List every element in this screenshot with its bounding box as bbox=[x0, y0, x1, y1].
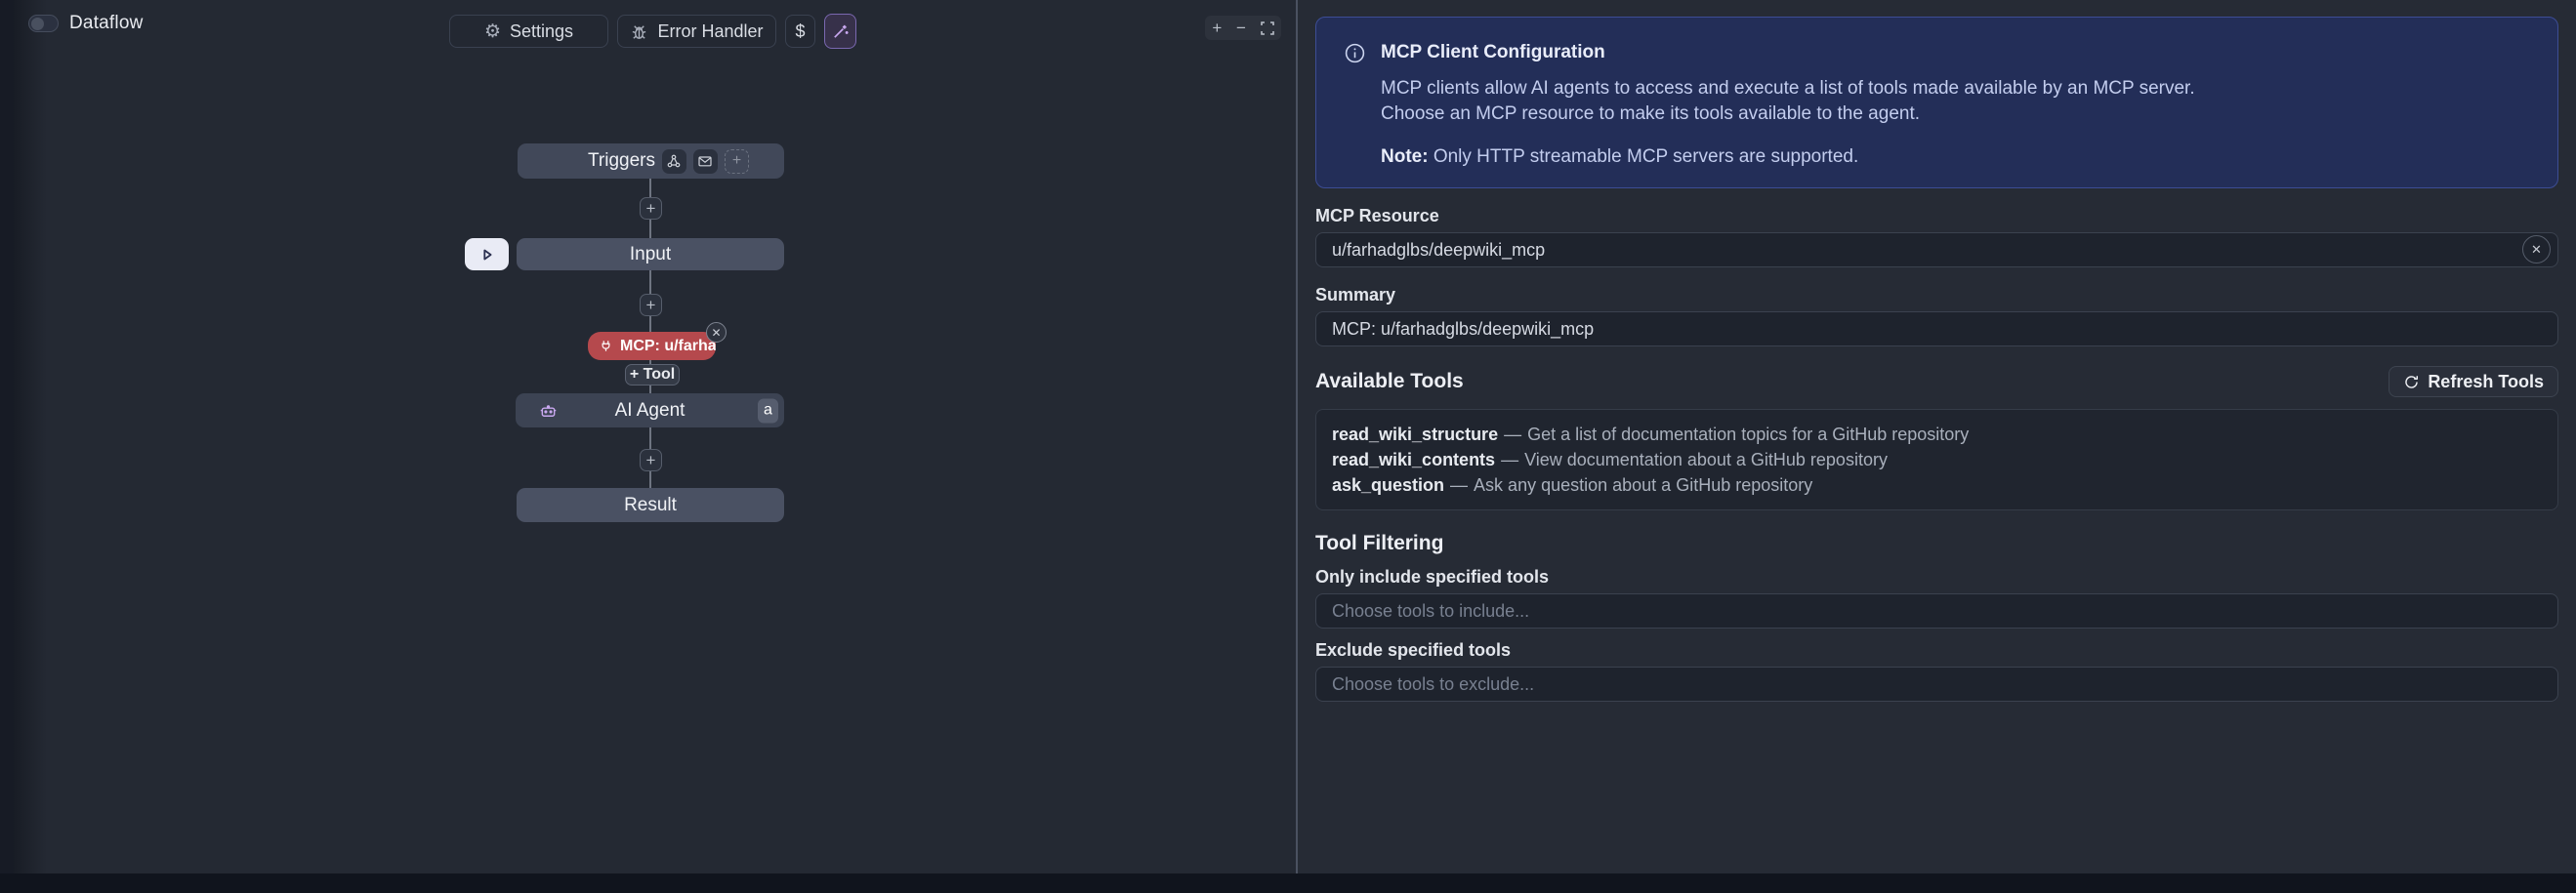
agent-avatar-badge: a bbox=[758, 398, 778, 423]
result-label: Result bbox=[624, 495, 677, 516]
panel-divider[interactable] bbox=[1296, 0, 1298, 893]
tool-separator: — bbox=[1498, 425, 1527, 444]
canvas-header: Dataflow bbox=[28, 13, 144, 34]
bug-icon bbox=[630, 22, 648, 41]
insert-step-button-3[interactable]: + bbox=[640, 449, 662, 471]
plug-icon bbox=[599, 339, 613, 353]
add-tool-button[interactable]: + Tool bbox=[625, 364, 680, 386]
available-tools-list: read_wiki_structure—Get a list of docume… bbox=[1315, 409, 2558, 510]
tool-filtering-heading: Tool Filtering bbox=[1315, 532, 2558, 555]
robot-icon bbox=[539, 401, 558, 420]
include-tools-label: Only include specified tools bbox=[1315, 567, 2558, 588]
tool-list-item: read_wiki_contents—View documentation ab… bbox=[1332, 447, 2542, 472]
zoom-out-button[interactable]: − bbox=[1236, 20, 1246, 36]
available-tools-heading: Available Tools bbox=[1315, 370, 1464, 393]
settings-button[interactable]: ⚙ Settings bbox=[449, 15, 608, 48]
zoom-controls: + − bbox=[1205, 16, 1281, 40]
info-icon bbox=[1344, 42, 1366, 163]
note-label: Note: bbox=[1381, 146, 1429, 167]
settings-label: Settings bbox=[510, 21, 573, 42]
node-triggers[interactable]: Triggers + bbox=[518, 143, 784, 179]
variables-button[interactable]: $ bbox=[785, 15, 815, 48]
add-trigger-button[interactable]: + bbox=[725, 149, 749, 174]
bottom-edge bbox=[0, 873, 2576, 893]
node-mcp-tool[interactable]: MCP: u/farhadgl... bbox=[588, 332, 716, 360]
insert-step-button-2[interactable]: + bbox=[640, 294, 662, 316]
clear-resource-button[interactable]: ✕ bbox=[2522, 235, 2551, 264]
tool-description: Get a list of documentation topics for a… bbox=[1527, 425, 1969, 444]
mcp-info-banner: MCP Client Configuration MCP clients all… bbox=[1315, 17, 2558, 188]
mcp-resource-input[interactable] bbox=[1315, 232, 2558, 267]
exclude-tools-input[interactable] bbox=[1315, 667, 2558, 702]
refresh-tools-button[interactable]: Refresh Tools bbox=[2389, 366, 2558, 397]
refresh-icon bbox=[2403, 374, 2420, 390]
summary-label: Summary bbox=[1315, 285, 2558, 305]
tool-separator: — bbox=[1444, 475, 1474, 495]
node-input[interactable]: Input bbox=[517, 238, 784, 270]
email-trigger-icon[interactable] bbox=[693, 149, 718, 174]
tool-separator: — bbox=[1495, 450, 1524, 469]
banner-note: Note: Only HTTP streamable MCP servers a… bbox=[1381, 146, 2530, 168]
fit-view-icon[interactable] bbox=[1261, 21, 1274, 35]
zoom-in-button[interactable]: + bbox=[1212, 20, 1222, 36]
tool-description: Ask any question about a GitHub reposito… bbox=[1474, 475, 1812, 495]
ai-assistant-button[interactable] bbox=[824, 14, 856, 49]
banner-line-2: Choose an MCP resource to make its tools… bbox=[1381, 101, 2530, 127]
mcp-resource-label: MCP Resource bbox=[1315, 206, 2558, 226]
note-text: Only HTTP streamable MCP servers are sup… bbox=[1429, 146, 1859, 167]
banner-line-1: MCP clients allow AI agents to access an… bbox=[1381, 76, 2530, 101]
flow-canvas[interactable]: Dataflow ⚙ Settings Error Handler $ bbox=[14, 0, 1296, 893]
toggle-knob bbox=[31, 18, 44, 30]
dataflow-toggle[interactable] bbox=[28, 15, 59, 32]
mcp-tool-label: MCP: u/farhadgl... bbox=[620, 338, 716, 355]
error-handler-label: Error Handler bbox=[657, 21, 763, 42]
app-window: Dataflow ⚙ Settings Error Handler $ bbox=[0, 0, 2576, 893]
tool-name: ask_question bbox=[1332, 475, 1444, 495]
error-handler-button[interactable]: Error Handler bbox=[617, 15, 776, 48]
run-flow-button[interactable] bbox=[465, 238, 509, 270]
tool-name: read_wiki_contents bbox=[1332, 450, 1495, 469]
summary-input[interactable] bbox=[1315, 311, 2558, 346]
include-tools-input[interactable] bbox=[1315, 593, 2558, 629]
play-icon bbox=[478, 246, 496, 264]
node-result[interactable]: Result bbox=[517, 488, 784, 522]
webhook-trigger-icon[interactable] bbox=[662, 149, 686, 174]
tool-list-item: ask_question—Ask any question about a Gi… bbox=[1332, 472, 2542, 498]
triggers-label: Triggers bbox=[588, 150, 655, 172]
node-ai-agent[interactable]: AI Agent a bbox=[516, 393, 784, 427]
refresh-tools-label: Refresh Tools bbox=[2428, 372, 2544, 392]
page-title: Dataflow bbox=[69, 13, 144, 34]
input-label: Input bbox=[630, 244, 671, 265]
banner-title: MCP Client Configuration bbox=[1381, 42, 2530, 63]
gear-icon: ⚙ bbox=[484, 22, 501, 41]
tool-name: read_wiki_structure bbox=[1332, 425, 1498, 444]
collapsed-sidebar-edge bbox=[0, 0, 14, 893]
insert-step-button-1[interactable]: + bbox=[640, 197, 662, 220]
ai-agent-label: AI Agent bbox=[615, 400, 686, 422]
mcp-config-panel: MCP Client Configuration MCP clients all… bbox=[1298, 0, 2576, 893]
tool-list-item: read_wiki_structure—Get a list of docume… bbox=[1332, 422, 2542, 447]
canvas-toolbar: ⚙ Settings Error Handler $ bbox=[449, 14, 856, 49]
exclude-tools-label: Exclude specified tools bbox=[1315, 640, 2558, 661]
remove-mcp-tool-button[interactable]: ✕ bbox=[706, 322, 727, 343]
magic-wand-icon bbox=[831, 22, 850, 41]
tool-description: View documentation about a GitHub reposi… bbox=[1524, 450, 1888, 469]
dollar-icon: $ bbox=[795, 21, 805, 42]
